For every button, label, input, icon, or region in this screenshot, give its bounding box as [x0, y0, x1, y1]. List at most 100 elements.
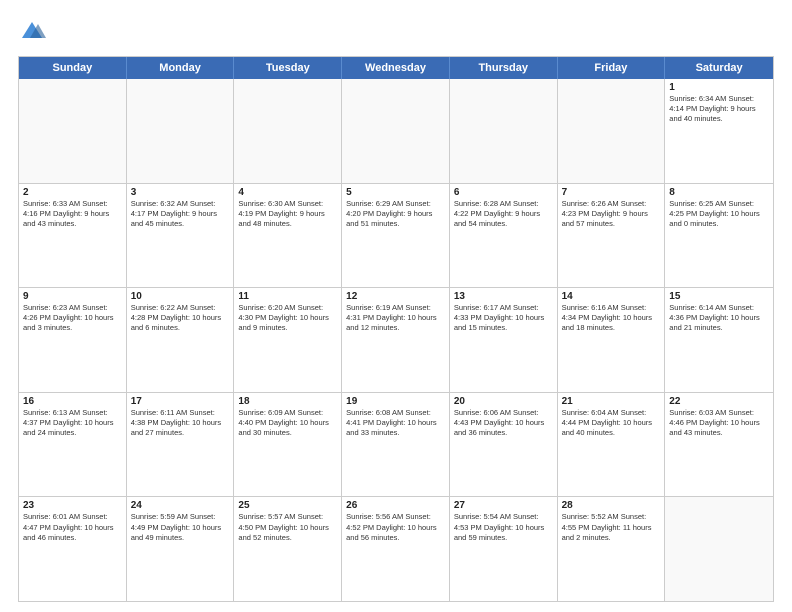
calendar-day-cell: 22Sunrise: 6:03 AM Sunset: 4:46 PM Dayli… [665, 393, 773, 497]
day-number: 26 [346, 500, 445, 511]
calendar-grid: SundayMondayTuesdayWednesdayThursdayFrid… [18, 56, 774, 602]
calendar-body: 1Sunrise: 6:34 AM Sunset: 4:14 PM Daylig… [19, 79, 773, 601]
day-info: Sunrise: 6:34 AM Sunset: 4:14 PM Dayligh… [669, 94, 769, 124]
logo [18, 18, 50, 46]
weekday-header: Wednesday [342, 57, 450, 79]
day-number: 16 [23, 396, 122, 407]
calendar-day-cell: 20Sunrise: 6:06 AM Sunset: 4:43 PM Dayli… [450, 393, 558, 497]
day-info: Sunrise: 5:56 AM Sunset: 4:52 PM Dayligh… [346, 512, 445, 542]
day-number: 25 [238, 500, 337, 511]
day-info: Sunrise: 6:22 AM Sunset: 4:28 PM Dayligh… [131, 303, 230, 333]
day-info: Sunrise: 6:19 AM Sunset: 4:31 PM Dayligh… [346, 303, 445, 333]
calendar-day-cell: 4Sunrise: 6:30 AM Sunset: 4:19 PM Daylig… [234, 184, 342, 288]
calendar-day-cell: 13Sunrise: 6:17 AM Sunset: 4:33 PM Dayli… [450, 288, 558, 392]
calendar-day-cell [450, 79, 558, 183]
calendar-day-cell: 21Sunrise: 6:04 AM Sunset: 4:44 PM Dayli… [558, 393, 666, 497]
day-info: Sunrise: 5:59 AM Sunset: 4:49 PM Dayligh… [131, 512, 230, 542]
weekday-header: Saturday [665, 57, 773, 79]
day-info: Sunrise: 6:14 AM Sunset: 4:36 PM Dayligh… [669, 303, 769, 333]
day-info: Sunrise: 6:30 AM Sunset: 4:19 PM Dayligh… [238, 199, 337, 229]
day-info: Sunrise: 6:03 AM Sunset: 4:46 PM Dayligh… [669, 408, 769, 438]
day-number: 6 [454, 187, 553, 198]
day-number: 8 [669, 187, 769, 198]
day-info: Sunrise: 5:54 AM Sunset: 4:53 PM Dayligh… [454, 512, 553, 542]
day-number: 7 [562, 187, 661, 198]
day-number: 17 [131, 396, 230, 407]
calendar-day-cell: 14Sunrise: 6:16 AM Sunset: 4:34 PM Dayli… [558, 288, 666, 392]
calendar-page: SundayMondayTuesdayWednesdayThursdayFrid… [0, 0, 792, 612]
day-info: Sunrise: 6:32 AM Sunset: 4:17 PM Dayligh… [131, 199, 230, 229]
calendar-week-row: 2Sunrise: 6:33 AM Sunset: 4:16 PM Daylig… [19, 184, 773, 289]
calendar-day-cell: 26Sunrise: 5:56 AM Sunset: 4:52 PM Dayli… [342, 497, 450, 601]
day-number: 13 [454, 291, 553, 302]
day-number: 9 [23, 291, 122, 302]
day-number: 1 [669, 82, 769, 93]
calendar-day-cell: 5Sunrise: 6:29 AM Sunset: 4:20 PM Daylig… [342, 184, 450, 288]
calendar-header-row: SundayMondayTuesdayWednesdayThursdayFrid… [19, 57, 773, 79]
weekday-header: Tuesday [234, 57, 342, 79]
calendar-day-cell: 2Sunrise: 6:33 AM Sunset: 4:16 PM Daylig… [19, 184, 127, 288]
calendar-day-cell: 28Sunrise: 5:52 AM Sunset: 4:55 PM Dayli… [558, 497, 666, 601]
day-info: Sunrise: 6:13 AM Sunset: 4:37 PM Dayligh… [23, 408, 122, 438]
calendar-day-cell: 17Sunrise: 6:11 AM Sunset: 4:38 PM Dayli… [127, 393, 235, 497]
calendar-day-cell: 6Sunrise: 6:28 AM Sunset: 4:22 PM Daylig… [450, 184, 558, 288]
day-info: Sunrise: 6:23 AM Sunset: 4:26 PM Dayligh… [23, 303, 122, 333]
day-number: 18 [238, 396, 337, 407]
day-info: Sunrise: 6:29 AM Sunset: 4:20 PM Dayligh… [346, 199, 445, 229]
day-info: Sunrise: 6:08 AM Sunset: 4:41 PM Dayligh… [346, 408, 445, 438]
day-info: Sunrise: 6:25 AM Sunset: 4:25 PM Dayligh… [669, 199, 769, 229]
page-header [18, 18, 774, 46]
day-number: 3 [131, 187, 230, 198]
day-number: 14 [562, 291, 661, 302]
calendar-day-cell: 25Sunrise: 5:57 AM Sunset: 4:50 PM Dayli… [234, 497, 342, 601]
calendar-day-cell: 8Sunrise: 6:25 AM Sunset: 4:25 PM Daylig… [665, 184, 773, 288]
day-number: 10 [131, 291, 230, 302]
calendar-week-row: 23Sunrise: 6:01 AM Sunset: 4:47 PM Dayli… [19, 497, 773, 601]
day-info: Sunrise: 6:06 AM Sunset: 4:43 PM Dayligh… [454, 408, 553, 438]
calendar-day-cell [127, 79, 235, 183]
day-number: 22 [669, 396, 769, 407]
day-info: Sunrise: 6:09 AM Sunset: 4:40 PM Dayligh… [238, 408, 337, 438]
day-number: 21 [562, 396, 661, 407]
day-info: Sunrise: 6:01 AM Sunset: 4:47 PM Dayligh… [23, 512, 122, 542]
weekday-header: Thursday [450, 57, 558, 79]
calendar-day-cell: 1Sunrise: 6:34 AM Sunset: 4:14 PM Daylig… [665, 79, 773, 183]
logo-icon [18, 18, 46, 46]
weekday-header: Friday [558, 57, 666, 79]
day-info: Sunrise: 6:20 AM Sunset: 4:30 PM Dayligh… [238, 303, 337, 333]
day-number: 23 [23, 500, 122, 511]
day-info: Sunrise: 6:33 AM Sunset: 4:16 PM Dayligh… [23, 199, 122, 229]
calendar-day-cell: 10Sunrise: 6:22 AM Sunset: 4:28 PM Dayli… [127, 288, 235, 392]
calendar-day-cell: 11Sunrise: 6:20 AM Sunset: 4:30 PM Dayli… [234, 288, 342, 392]
day-info: Sunrise: 6:28 AM Sunset: 4:22 PM Dayligh… [454, 199, 553, 229]
day-info: Sunrise: 6:16 AM Sunset: 4:34 PM Dayligh… [562, 303, 661, 333]
calendar-day-cell: 7Sunrise: 6:26 AM Sunset: 4:23 PM Daylig… [558, 184, 666, 288]
day-info: Sunrise: 6:26 AM Sunset: 4:23 PM Dayligh… [562, 199, 661, 229]
day-number: 4 [238, 187, 337, 198]
weekday-header: Monday [127, 57, 235, 79]
calendar-day-cell [558, 79, 666, 183]
day-number: 19 [346, 396, 445, 407]
day-number: 28 [562, 500, 661, 511]
day-info: Sunrise: 5:52 AM Sunset: 4:55 PM Dayligh… [562, 512, 661, 542]
calendar-day-cell: 27Sunrise: 5:54 AM Sunset: 4:53 PM Dayli… [450, 497, 558, 601]
calendar-week-row: 9Sunrise: 6:23 AM Sunset: 4:26 PM Daylig… [19, 288, 773, 393]
calendar-day-cell [19, 79, 127, 183]
calendar-week-row: 1Sunrise: 6:34 AM Sunset: 4:14 PM Daylig… [19, 79, 773, 184]
day-info: Sunrise: 6:04 AM Sunset: 4:44 PM Dayligh… [562, 408, 661, 438]
day-number: 11 [238, 291, 337, 302]
calendar-day-cell: 16Sunrise: 6:13 AM Sunset: 4:37 PM Dayli… [19, 393, 127, 497]
calendar-day-cell: 18Sunrise: 6:09 AM Sunset: 4:40 PM Dayli… [234, 393, 342, 497]
day-info: Sunrise: 6:11 AM Sunset: 4:38 PM Dayligh… [131, 408, 230, 438]
day-info: Sunrise: 5:57 AM Sunset: 4:50 PM Dayligh… [238, 512, 337, 542]
calendar-day-cell [234, 79, 342, 183]
calendar-day-cell: 19Sunrise: 6:08 AM Sunset: 4:41 PM Dayli… [342, 393, 450, 497]
weekday-header: Sunday [19, 57, 127, 79]
calendar-day-cell [342, 79, 450, 183]
day-number: 27 [454, 500, 553, 511]
calendar-day-cell [665, 497, 773, 601]
day-number: 24 [131, 500, 230, 511]
day-info: Sunrise: 6:17 AM Sunset: 4:33 PM Dayligh… [454, 303, 553, 333]
calendar-day-cell: 23Sunrise: 6:01 AM Sunset: 4:47 PM Dayli… [19, 497, 127, 601]
calendar-day-cell: 3Sunrise: 6:32 AM Sunset: 4:17 PM Daylig… [127, 184, 235, 288]
